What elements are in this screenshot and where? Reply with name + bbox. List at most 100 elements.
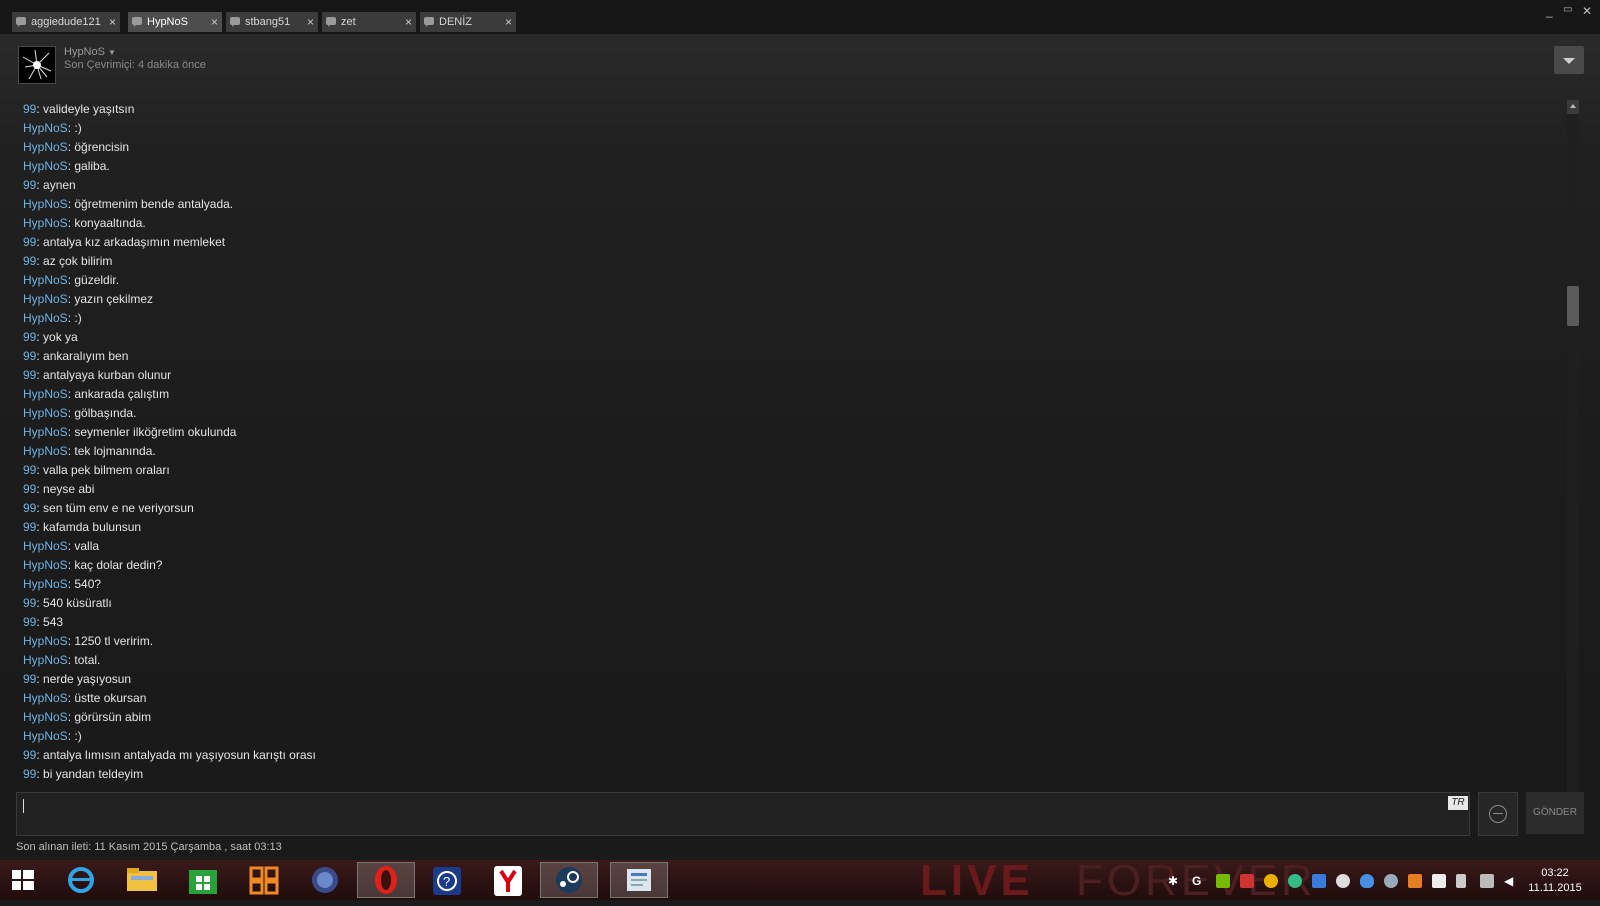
maximize-button[interactable]: ▭ [1563, 4, 1572, 15]
message-sender[interactable]: 99 [23, 235, 36, 249]
internet-explorer-icon[interactable] [52, 862, 110, 898]
close-tab-icon[interactable]: × [505, 12, 512, 32]
usb-icon[interactable] [1456, 874, 1466, 888]
message-sender[interactable]: HypNoS [23, 444, 68, 458]
speaker-muted-icon[interactable] [1240, 874, 1254, 888]
chat-message: 99: neyse abi [23, 480, 1523, 499]
message-sender[interactable]: HypNoS [23, 311, 68, 325]
message-text: 543 [43, 615, 64, 629]
cloud-icon[interactable] [1336, 874, 1350, 888]
scroll-up-button[interactable] [1567, 100, 1579, 114]
chat-message: 99: kafamda bulunsun [23, 518, 1523, 537]
message-sender[interactable]: HypNoS [23, 216, 68, 230]
message-sender[interactable]: HypNoS [23, 425, 68, 439]
steam-icon[interactable] [540, 862, 598, 898]
steam-tray-icon[interactable] [1384, 874, 1398, 888]
yandex-icon[interactable] [479, 862, 537, 898]
message-sender[interactable]: HypNoS [23, 577, 68, 591]
tab-label: DENİZ [439, 16, 472, 28]
message-text: 540 küsüratlı [43, 596, 112, 610]
minimize-button[interactable]: _ [1546, 4, 1553, 18]
bluetooth-icon[interactable]: ✱ [1168, 874, 1182, 888]
message-sender[interactable]: 99 [23, 501, 36, 515]
tab-aggiedude121[interactable]: aggiedude121 × [12, 12, 120, 32]
tab-deniz[interactable]: DENİZ × [420, 12, 516, 32]
message-sender[interactable]: 99 [23, 368, 36, 382]
shield-icon[interactable] [1360, 874, 1374, 888]
message-sender[interactable]: HypNoS [23, 197, 68, 211]
message-sender[interactable]: 99 [23, 672, 36, 686]
chrome-icon[interactable] [1288, 874, 1302, 888]
message-sender[interactable]: 99 [23, 748, 36, 762]
tab-hypnos[interactable]: HypNoS × [128, 12, 222, 32]
windows-start-icon[interactable] [0, 862, 58, 898]
firefox-icon[interactable] [296, 862, 354, 898]
message-sender[interactable]: 99 [23, 178, 36, 192]
message-text: bi yandan teldeyim [43, 767, 144, 781]
chat-message: 99: aynen [23, 176, 1523, 195]
message-sender[interactable]: HypNoS [23, 691, 68, 705]
close-tab-icon[interactable]: × [109, 12, 116, 32]
message-sender[interactable]: HypNoS [23, 653, 68, 667]
message-sender[interactable]: 99 [23, 349, 36, 363]
close-tab-icon[interactable]: × [211, 12, 218, 32]
message-sender[interactable]: HypNoS [23, 159, 68, 173]
scroll-thumb[interactable] [1567, 286, 1579, 326]
message-sender[interactable]: 99 [23, 254, 36, 268]
logitech-g-icon[interactable]: G [1192, 874, 1206, 888]
chat-message: HypNoS: seymenler ilköğretim okulunda [23, 423, 1523, 442]
emoticon-button[interactable] [1478, 792, 1518, 836]
message-sender[interactable]: HypNoS [23, 729, 68, 743]
message-sender[interactable]: HypNoS [23, 558, 68, 572]
avatar[interactable] [18, 46, 56, 84]
chat-window: HypNoS ▼ Son Çevrimiçi: 4 dakika önce 99… [0, 34, 1600, 860]
send-button[interactable]: GÖNDER [1526, 792, 1584, 834]
message-input[interactable] [16, 792, 1470, 836]
message-sender[interactable]: 99 [23, 482, 36, 496]
close-tab-icon[interactable]: × [307, 12, 314, 32]
message-sender[interactable]: 99 [23, 463, 36, 477]
close-window-button[interactable]: ✕ [1582, 4, 1592, 18]
chat-message: HypNoS: üstte okursan [23, 689, 1523, 708]
chat-message: 99: 540 küsüratlı [23, 594, 1523, 613]
message-sender[interactable]: HypNoS [23, 140, 68, 154]
alert-icon[interactable] [1264, 874, 1278, 888]
tab-zet[interactable]: zet × [322, 12, 416, 32]
app-tray-icon[interactable] [1312, 874, 1326, 888]
message-sender[interactable]: 99 [23, 615, 36, 629]
message-sender[interactable]: HypNoS [23, 121, 68, 135]
document-icon[interactable] [610, 862, 668, 898]
message-sender[interactable]: HypNoS [23, 539, 68, 553]
message-sender[interactable]: HypNoS [23, 273, 68, 287]
message-sender[interactable]: HypNoS [23, 387, 68, 401]
chevron-down-icon[interactable]: ▼ [108, 48, 116, 57]
network-icon[interactable] [1480, 874, 1494, 888]
message-sender[interactable]: 99 [23, 596, 36, 610]
store-icon[interactable] [174, 862, 232, 898]
tab-label: HypNoS [147, 16, 188, 28]
message-sender[interactable]: HypNoS [23, 710, 68, 724]
clock[interactable]: 03:22 11.11.2015 [1526, 866, 1584, 896]
chat-message: 99: bi yandan teldeyim [23, 765, 1523, 784]
opera-icon[interactable] [357, 862, 415, 898]
file-explorer-icon[interactable] [113, 862, 171, 898]
message-sender[interactable]: 99 [23, 102, 36, 116]
options-dropdown-button[interactable] [1554, 46, 1584, 74]
close-tab-icon[interactable]: × [405, 12, 412, 32]
message-sender[interactable]: HypNoS [23, 292, 68, 306]
flag-icon[interactable] [1432, 874, 1446, 888]
tab-stbang51[interactable]: stbang51 × [226, 12, 318, 32]
message-sender[interactable]: HypNoS [23, 634, 68, 648]
chat-scrollbar[interactable] [1567, 100, 1579, 816]
help-icon[interactable]: ? [418, 862, 476, 898]
friend-name[interactable]: HypNoS ▼ [64, 46, 116, 58]
volume-icon[interactable]: ◀ [1504, 874, 1518, 888]
chat-message: HypNoS: yazın çekilmez [23, 290, 1523, 309]
office-icon[interactable] [235, 862, 293, 898]
app2-tray-icon[interactable] [1408, 874, 1422, 888]
message-sender[interactable]: 99 [23, 520, 36, 534]
message-sender[interactable]: HypNoS [23, 406, 68, 420]
message-sender[interactable]: 99 [23, 330, 36, 344]
nvidia-icon[interactable] [1216, 874, 1230, 888]
message-sender[interactable]: 99 [23, 767, 36, 781]
